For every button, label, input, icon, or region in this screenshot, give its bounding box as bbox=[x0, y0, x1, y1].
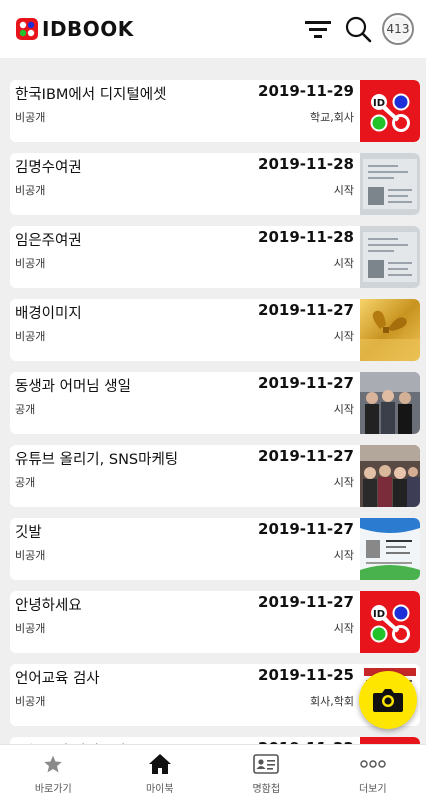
more-icon bbox=[360, 760, 386, 768]
item-privacy: 비공개 bbox=[15, 257, 46, 270]
item-date: 2019-11-28 bbox=[258, 155, 354, 173]
svg-text:ID: ID bbox=[373, 609, 385, 620]
item-thumbnail: ID bbox=[360, 80, 420, 142]
item-tags: 시작 bbox=[333, 330, 354, 343]
idbook-logo-icon bbox=[16, 18, 38, 40]
nav-mybook[interactable]: 마이북 bbox=[107, 745, 214, 800]
list-item[interactable]: 배경이미지 2019-11-27 비공개 시작 bbox=[10, 299, 420, 361]
item-tags: 시작 bbox=[333, 622, 354, 635]
item-date: 2019-11-29 bbox=[258, 82, 354, 100]
item-title: 언어교육 검사 bbox=[15, 671, 100, 687]
bottom-nav: 바로가기 마이북 명함첩 더보기 bbox=[0, 744, 426, 800]
search-button[interactable] bbox=[340, 11, 376, 47]
list-item[interactable]: 깃발 2019-11-27 비공개 시작 bbox=[10, 518, 420, 580]
item-tags: 시작 bbox=[333, 257, 354, 270]
filter-button[interactable] bbox=[300, 11, 336, 47]
item-privacy: 공개 bbox=[15, 403, 36, 416]
item-thumbnail bbox=[360, 299, 420, 361]
item-date: 2019-11-27 bbox=[258, 593, 354, 611]
list-item[interactable]: 임은주여권 2019-11-28 비공개 시작 bbox=[10, 226, 420, 288]
item-thumbnail bbox=[360, 518, 420, 580]
camera-button[interactable] bbox=[359, 671, 417, 729]
item-thumbnail: ID bbox=[360, 591, 420, 653]
list-item[interactable]: 한국IBM에서 디지털에셋 2019-11-29 비공개 학교,회사 ID bbox=[10, 80, 420, 142]
nav-more[interactable]: 더보기 bbox=[320, 745, 426, 800]
nav-label-shortcut: 바로가기 bbox=[34, 784, 72, 795]
item-date: 2019-11-27 bbox=[258, 301, 354, 319]
item-privacy: 비공개 bbox=[15, 549, 46, 562]
item-title: 김명수여권 bbox=[15, 160, 82, 176]
item-privacy: 비공개 bbox=[15, 695, 46, 708]
app-title: IDBOOK bbox=[42, 17, 134, 41]
item-thumbnail bbox=[360, 153, 420, 215]
list-item[interactable]: 안녕하세요 2019-11-27 비공개 시작 ID bbox=[10, 591, 420, 653]
item-tags: 시작 bbox=[333, 549, 354, 562]
home-icon bbox=[148, 754, 171, 774]
item-tags: 시작 bbox=[333, 184, 354, 197]
item-title: 깃발 bbox=[15, 525, 42, 541]
app-header: IDBOOK 413 bbox=[0, 0, 426, 58]
counter-badge: 413 bbox=[382, 13, 414, 45]
nav-label-more: 더보기 bbox=[358, 784, 387, 795]
item-title: 한국IBM에서 디지털에셋 bbox=[15, 87, 167, 103]
app-logo: IDBOOK bbox=[16, 17, 134, 41]
star-icon bbox=[44, 755, 62, 773]
list-item[interactable]: 유튜브 올리기, SNS마케팅 2019-11-27 공개 시작 bbox=[10, 445, 420, 507]
item-date: 2019-11-27 bbox=[258, 447, 354, 465]
item-privacy: 비공개 bbox=[15, 184, 46, 197]
business-card-icon bbox=[253, 754, 280, 774]
list-item[interactable]: 김명수여권 2019-11-28 비공개 시작 bbox=[10, 153, 420, 215]
item-date: 2019-11-25 bbox=[258, 666, 354, 684]
list-item[interactable]: 동생과 어머님 생일 2019-11-27 공개 시작 bbox=[10, 372, 420, 434]
item-date: 2019-11-27 bbox=[258, 520, 354, 538]
item-privacy: 비공개 bbox=[15, 111, 46, 124]
item-privacy: 비공개 bbox=[15, 330, 46, 343]
nav-label-mybook: 마이북 bbox=[145, 784, 174, 795]
svg-text:ID: ID bbox=[373, 98, 385, 109]
camera-icon bbox=[373, 689, 403, 712]
nav-shortcut[interactable]: 바로가기 bbox=[0, 745, 107, 800]
item-thumbnail bbox=[360, 226, 420, 288]
filter-icon bbox=[305, 21, 331, 38]
counter-button[interactable]: 413 bbox=[380, 11, 416, 47]
item-privacy: 비공개 bbox=[15, 622, 46, 635]
item-tags: 학교,회사 bbox=[310, 111, 354, 124]
item-thumbnail bbox=[360, 372, 420, 434]
item-title: 배경이미지 bbox=[15, 306, 82, 322]
item-thumbnail bbox=[360, 445, 420, 507]
item-privacy: 공개 bbox=[15, 476, 36, 489]
item-tags: 시작 bbox=[333, 476, 354, 489]
item-tags: 시작 bbox=[333, 403, 354, 416]
item-title: 안녕하세요 bbox=[15, 598, 82, 614]
nav-label-cardbook: 명함첩 bbox=[252, 784, 281, 795]
nav-cardbook[interactable]: 명함첩 bbox=[213, 745, 320, 800]
item-date: 2019-11-28 bbox=[258, 228, 354, 246]
item-title: 임은주여권 bbox=[15, 233, 82, 249]
item-list: 한국IBM에서 디지털에셋 2019-11-29 비공개 학교,회사 ID 김명… bbox=[10, 80, 420, 800]
item-title: 유튜브 올리기, SNS마케팅 bbox=[15, 452, 179, 468]
item-tags: 회사,학회 bbox=[310, 695, 354, 708]
item-date: 2019-11-27 bbox=[258, 374, 354, 392]
item-title: 동생과 어머님 생일 bbox=[15, 379, 131, 395]
search-icon bbox=[345, 16, 372, 43]
